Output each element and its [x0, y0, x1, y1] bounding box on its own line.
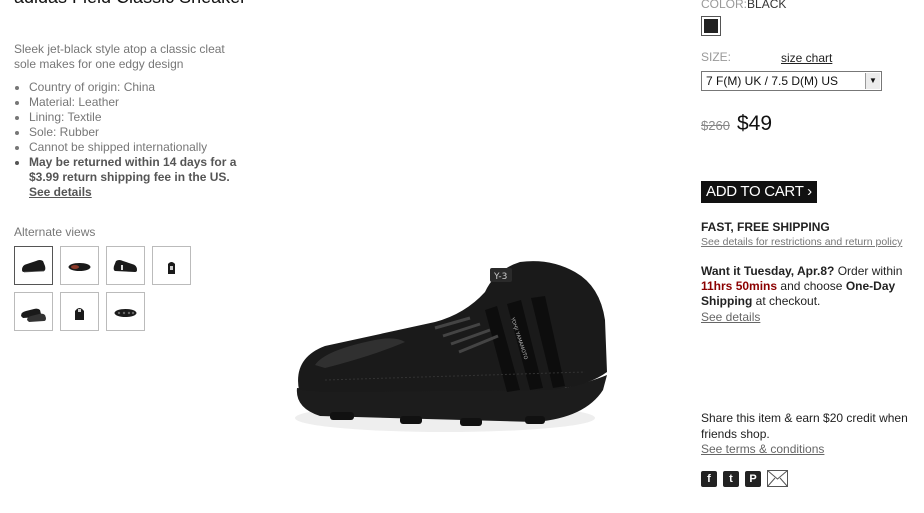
add-to-cart-label: ADD TO CART — [706, 183, 804, 200]
shoe-icon — [22, 260, 46, 273]
size-selected-value: 7 F(M) UK / 7.5 D(M) US — [706, 74, 839, 88]
product-description: Sleek jet-black style atop a classic cle… — [14, 42, 225, 71]
countdown-timer: 11hrs 50mins — [701, 279, 778, 293]
size-dropdown[interactable]: 7 F(M) UK / 7.5 D(M) US ▼ — [701, 71, 882, 91]
dropdown-arrow-icon[interactable]: ▼ — [865, 73, 880, 89]
share-promo-text: Share this item & earn $20 credit when f… — [701, 411, 908, 441]
svg-text:Y-3: Y-3 — [493, 272, 507, 282]
at-checkout-text: at checkout. — [755, 294, 821, 308]
alternate-views-label: Alternate views — [14, 225, 96, 239]
thumbnail-back-view[interactable] — [152, 246, 191, 285]
chevron-right-icon: › — [807, 183, 812, 200]
shipping-title: FAST, FREE SHIPPING — [701, 220, 830, 234]
color-value: BLACK — [747, 0, 787, 11]
detail-material: Material: Leather — [29, 95, 244, 110]
product-main-image: Y-3 YOHJI YAMAMOTO — [295, 261, 607, 432]
shoe-icon — [113, 260, 137, 272]
shoe-icon — [114, 309, 137, 317]
shoe-icon — [168, 262, 175, 274]
thumbnail-top-view[interactable] — [60, 246, 99, 285]
swatch-fill — [704, 19, 718, 33]
sale-price: $49 — [737, 112, 773, 135]
facebook-icon[interactable]: f — [701, 471, 717, 487]
delivery-details-link[interactable]: See details — [701, 310, 760, 324]
pinterest-icon[interactable]: P — [745, 471, 761, 487]
thumbnail-sole-view[interactable] — [106, 292, 145, 331]
want-it-date: Want it Tuesday, Apr.8? — [701, 264, 835, 278]
shoe-icon — [68, 263, 91, 271]
product-details-list: Country of origin: China Material: Leath… — [14, 80, 244, 200]
add-to-cart-button[interactable]: ADD TO CART › — [701, 181, 817, 203]
shoe-icon — [75, 308, 84, 320]
thumbnail-pair-view[interactable] — [14, 292, 53, 331]
twitter-icon[interactable]: t — [723, 471, 739, 487]
detail-lining: Lining: Textile — [29, 110, 244, 125]
thumbnail-side-view[interactable] — [14, 246, 53, 285]
and-choose-text: and choose — [780, 279, 843, 293]
delivery-estimate: Want it Tuesday, Apr.8? Order within 11h… — [701, 264, 916, 309]
detail-origin: Country of origin: China — [29, 80, 244, 95]
email-icon[interactable] — [767, 470, 788, 487]
size-chart-link[interactable]: size chart — [781, 51, 832, 65]
shoe-icon — [21, 308, 46, 322]
product-title: adidas Field Classic Sneaker — [14, 0, 254, 8]
terms-conditions-link[interactable]: See terms & conditions — [701, 442, 824, 456]
shipping-details-link[interactable]: See details for restrictions and return … — [701, 236, 902, 248]
original-price: $260 — [701, 118, 730, 133]
detail-shipping: Cannot be shipped internationally — [29, 140, 244, 155]
return-policy-text: May be returned within 14 days for a $3.… — [29, 155, 237, 184]
detail-return-policy: May be returned within 14 days for a $3.… — [29, 155, 244, 200]
thumbnail-front-view[interactable] — [60, 292, 99, 331]
order-within-text: Order within — [837, 264, 903, 278]
thumbnail-side-view-left[interactable] — [106, 246, 145, 285]
color-swatch-black[interactable] — [701, 16, 721, 36]
color-label: COLOR: — [701, 0, 748, 11]
detail-sole: Sole: Rubber — [29, 125, 244, 140]
return-details-link[interactable]: See details — [29, 185, 92, 199]
size-label: SIZE: — [701, 50, 732, 64]
color-selector-label: COLOR:BLACK — [701, 0, 786, 11]
